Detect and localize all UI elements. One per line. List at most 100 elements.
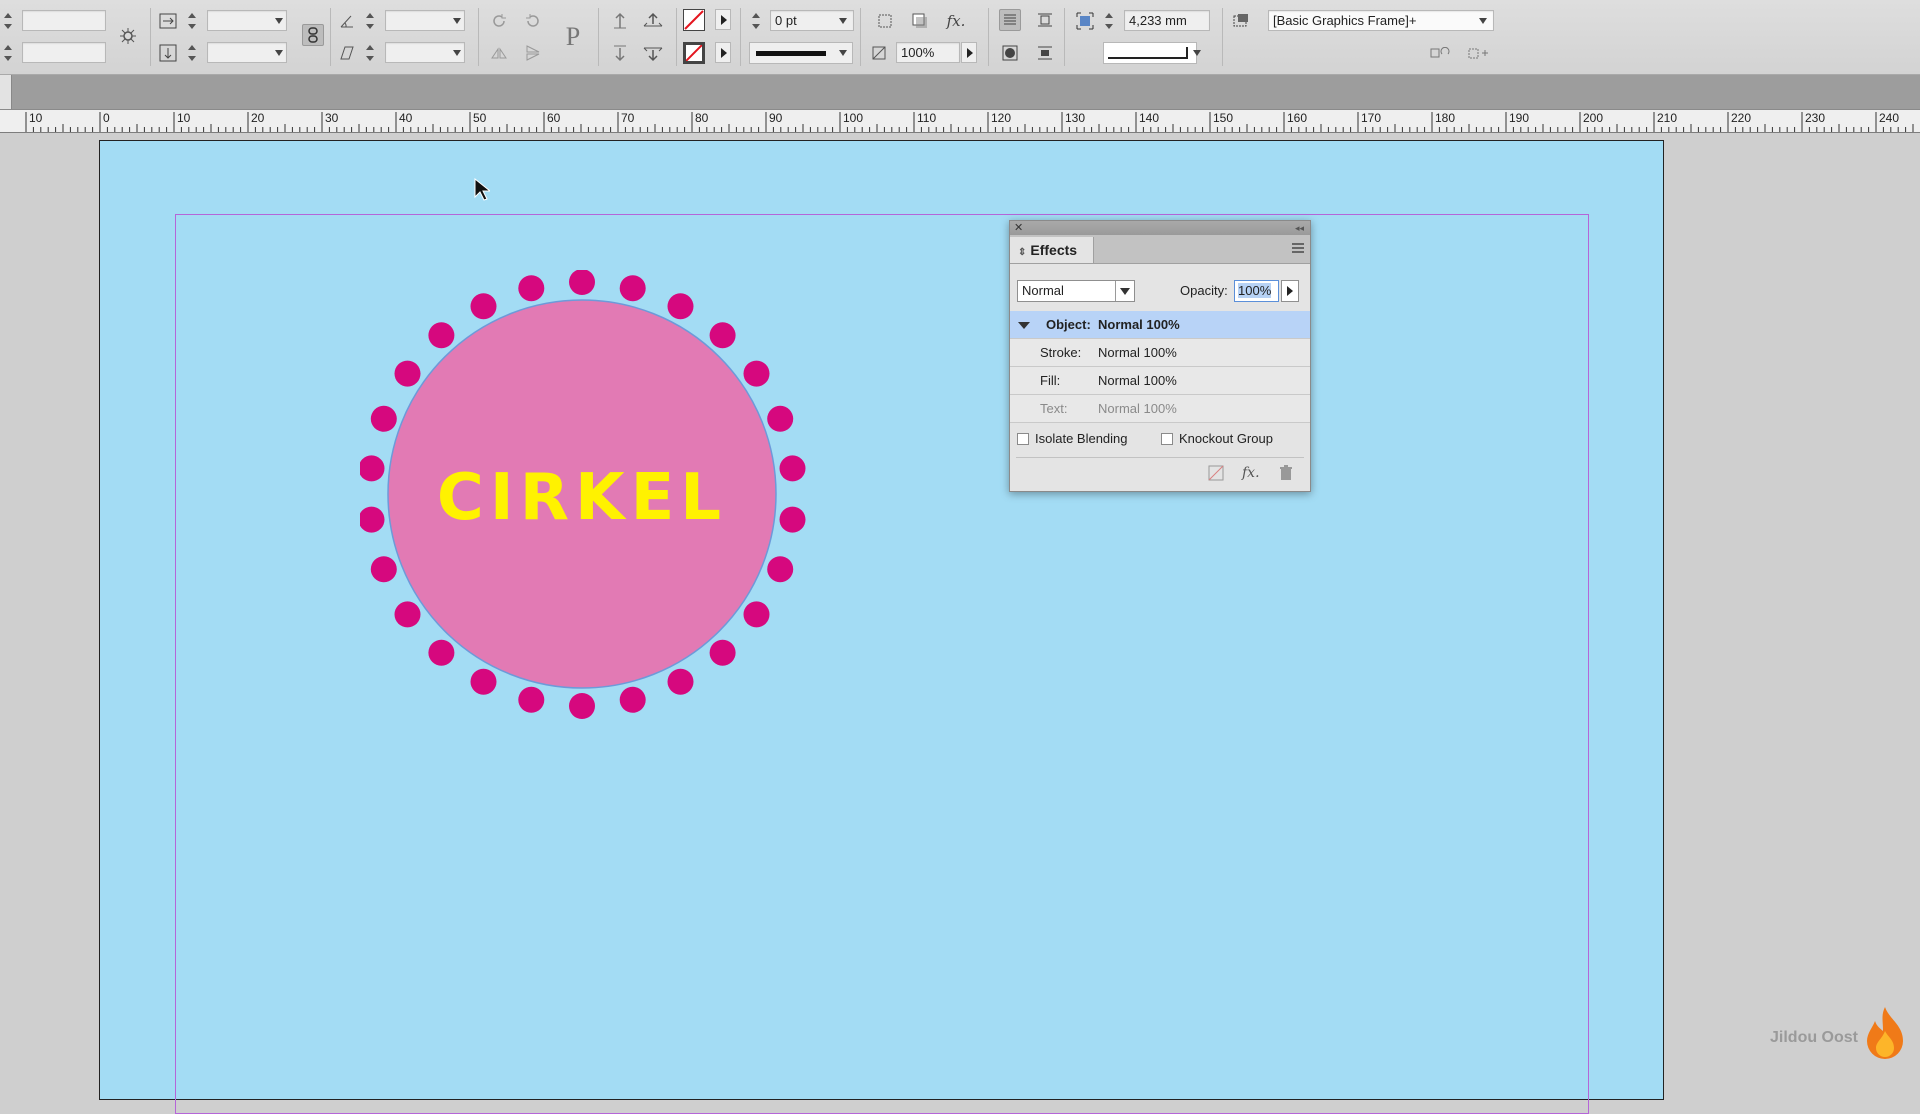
decorative-dot: [743, 360, 770, 387]
disclosure-triangle-icon[interactable]: [1018, 322, 1030, 329]
opacity-slider-button[interactable]: [1281, 280, 1299, 302]
fill-arrow-button[interactable]: [715, 9, 731, 30]
ruler-label: 70: [621, 111, 635, 125]
height-dropdown[interactable]: [272, 42, 286, 63]
chevron-down-icon: [1115, 281, 1134, 301]
corner-options-icon[interactable]: [874, 10, 896, 32]
separator: [598, 8, 599, 66]
opacity-arrow-button[interactable]: [961, 42, 977, 63]
trash-icon[interactable]: [1279, 465, 1293, 484]
decorative-dot: [394, 360, 421, 387]
opacity-label: Opacity:: [1180, 283, 1228, 298]
isolate-blending-checkbox[interactable]: [1017, 432, 1029, 445]
flip-horizontal-icon[interactable]: [488, 42, 510, 64]
ruler-label: 180: [1435, 111, 1455, 125]
ruler-origin-strip: [0, 75, 12, 109]
width-dropdown[interactable]: [272, 10, 286, 31]
dimension-spinner[interactable]: [1103, 10, 1115, 32]
separator: [1222, 8, 1223, 66]
stroke-type-dropdown[interactable]: [836, 42, 850, 63]
opacity-input[interactable]: 100%: [1234, 280, 1279, 302]
ruler-label: 20: [251, 111, 265, 125]
row-label: Fill:: [1040, 373, 1061, 388]
clear-effects-icon[interactable]: [1208, 465, 1224, 484]
dimension-field[interactable]: 4,233 mm: [1124, 10, 1210, 31]
reference-p-icon[interactable]: P: [556, 20, 590, 54]
fill-swatch-icon[interactable]: [683, 9, 705, 31]
reference-point-icon[interactable]: [117, 25, 139, 47]
row-label: Text:: [1040, 401, 1068, 416]
separator: [150, 8, 151, 66]
fx-icon[interactable]: fx.: [945, 10, 967, 32]
effects-row-text[interactable]: Text: Normal 100%: [1010, 395, 1310, 423]
collapse-icon[interactable]: ◂◂: [1295, 221, 1304, 235]
wrap-none-icon[interactable]: [999, 9, 1021, 31]
shear-spinner[interactable]: [364, 42, 376, 64]
y-field[interactable]: [22, 42, 106, 63]
panel-menu-icon[interactable]: [1292, 243, 1304, 255]
select-next-icon[interactable]: [642, 42, 664, 64]
tab-effects[interactable]: ⇕ Effects: [1010, 237, 1094, 263]
object-style-options-icon[interactable]: [1468, 43, 1490, 65]
decorative-dot: [360, 455, 385, 482]
width-spinner[interactable]: [186, 10, 198, 32]
effects-row-fill[interactable]: Fill: Normal 100%: [1010, 367, 1310, 395]
decorative-dot: [779, 455, 806, 482]
control-bar: P 0 pt fx. 100% 4,233 mm [Basic Graphics…: [0, 0, 1920, 75]
isolate-blending-option[interactable]: Isolate Blending: [1017, 431, 1128, 446]
frame-preview-dropdown[interactable]: [1190, 42, 1204, 63]
wrap-object-shape-icon[interactable]: [999, 42, 1021, 64]
wrap-bounding-box-icon[interactable]: [1034, 9, 1056, 31]
row-value: Normal 100%: [1098, 345, 1177, 360]
select-content-icon[interactable]: [642, 10, 664, 32]
constrain-proportions-icon[interactable]: [302, 24, 324, 46]
rotation-spinner[interactable]: [364, 10, 376, 32]
cirkel-artwork[interactable]: CIRKEL: [360, 270, 880, 740]
x-field[interactable]: [22, 10, 106, 31]
knockout-group-checkbox[interactable]: [1161, 432, 1173, 445]
drop-shadow-icon[interactable]: [909, 10, 931, 32]
rotation-dropdown[interactable]: [450, 10, 464, 31]
decorative-dot: [370, 405, 397, 432]
horizontal-ruler[interactable]: 10 0 10 20 30 40 50 60 70 80 90 100 110 120 130 140 150 1…: [0, 109, 1920, 133]
wrap-jump-object-icon[interactable]: [1034, 42, 1056, 64]
decorative-dot: [619, 275, 646, 302]
stroke-arrow-button[interactable]: [715, 42, 731, 63]
auto-fit-icon[interactable]: [1074, 10, 1096, 32]
effects-row-object[interactable]: Object: Normal 100%: [1010, 311, 1310, 339]
shear-dropdown[interactable]: [450, 42, 464, 63]
rotate-cw-icon[interactable]: [488, 10, 510, 32]
frame-preview[interactable]: [1103, 42, 1197, 64]
blend-mode-value: Normal: [1022, 283, 1064, 298]
stroke-weight-dropdown[interactable]: [836, 10, 850, 31]
separator: [478, 8, 479, 66]
opacity-field[interactable]: 100%: [896, 42, 960, 63]
decorative-dot: [518, 275, 545, 302]
cirkel-text[interactable]: CIRKEL: [437, 461, 727, 535]
clear-overrides-icon[interactable]: [1430, 43, 1452, 65]
flip-vertical-icon[interactable]: [522, 42, 544, 64]
object-style-select[interactable]: [Basic Graphics Frame]+: [1268, 10, 1494, 31]
blend-mode-select[interactable]: Normal: [1017, 280, 1135, 302]
select-previous-icon[interactable]: [609, 42, 631, 64]
ruler-label: 240: [1879, 111, 1899, 125]
stroke-weight-spinner[interactable]: [750, 10, 762, 32]
panel-titlebar[interactable]: ✕ ◂◂: [1010, 221, 1310, 235]
close-icon[interactable]: ✕: [1014, 221, 1023, 235]
height-spinner[interactable]: [186, 42, 198, 64]
stroke-swatch-icon[interactable]: [683, 42, 705, 64]
rotate-ccw-icon[interactable]: [522, 10, 544, 32]
decorative-dot: [743, 601, 770, 628]
knockout-group-option[interactable]: Knockout Group: [1161, 431, 1273, 446]
row-value: Normal 100%: [1098, 317, 1180, 332]
height-icon: [157, 42, 179, 64]
ruler-label: 120: [991, 111, 1011, 125]
select-container-icon[interactable]: [609, 10, 631, 32]
ruler-label: 140: [1139, 111, 1159, 125]
ruler-label: 110: [917, 111, 936, 125]
effects-row-stroke[interactable]: Stroke: Normal 100%: [1010, 339, 1310, 367]
fx-icon[interactable]: fx.: [1242, 465, 1260, 481]
x-spinner[interactable]: [2, 10, 14, 32]
y-spinner[interactable]: [2, 42, 14, 64]
object-style-dropdown[interactable]: [1476, 10, 1490, 31]
